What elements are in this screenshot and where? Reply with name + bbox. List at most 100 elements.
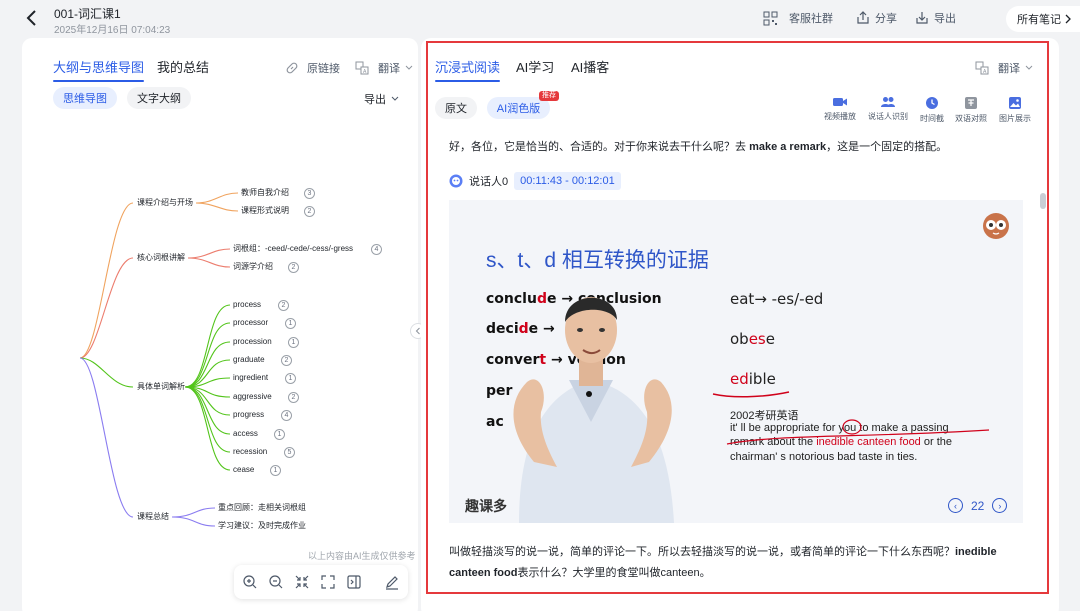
count-badge: 3 [304,188,315,199]
tool-label: 时间截 [920,114,944,123]
export-label: 导出 [934,13,956,25]
mindmap-leaf[interactable]: cease [233,465,254,475]
mindmap-branch-1[interactable]: 课程介绍与开场 [137,198,193,208]
tool-bilingual[interactable]: 双语对照 [955,96,987,124]
community-button[interactable]: 客服社群 [763,10,833,26]
count-badge: 1 [288,337,299,348]
mindmap-leaf[interactable]: recession [233,447,267,457]
pill-original-text[interactable]: 原文 [435,97,477,119]
count-badge: 2 [288,262,299,273]
mindmap-leaf[interactable]: 词源学介绍 [233,262,273,272]
text-span: 好，各位，它是恰当的、合适的。对于你来说去干什么呢？去 [449,141,750,153]
original-link-button[interactable]: 原链接 [285,60,340,76]
right-translate-label: 翻译 [998,63,1020,75]
tab-my-summary[interactable]: 我的总结 [157,57,209,76]
tab-outline-mindmap[interactable]: 大纲与思维导图 [53,57,145,82]
mindmap-branch-3[interactable]: 具体单词解析 [137,382,185,392]
count-badge: 2 [278,300,289,311]
speaker-name: 说话人0 [469,176,509,188]
back-arrow-icon[interactable] [22,8,42,28]
transcript-paragraph: 好，各位，它是恰当的、合适的。对于你来说去干什么呢？去 make a remar… [449,137,1029,158]
video-camera-icon [833,98,847,106]
tool-label: 说话人识别 [868,112,908,121]
export-button[interactable]: 导出 [915,10,956,26]
export-icon [916,12,928,24]
speaker-row: 说话人0 00:11:43 - 00:12:01 [449,172,621,190]
next-slide-icon[interactable]: › [992,498,1008,513]
tool-timestamp[interactable]: 时间截 [920,96,944,124]
tool-video-play[interactable]: 视频播放 [824,96,856,122]
mindmap-leaf[interactable]: 教师自我介绍 [241,188,289,198]
count-badge: 1 [285,373,296,384]
page-title: 001-词汇课1 [54,7,121,21]
right-translate-button[interactable]: A 翻译 [975,60,1033,76]
mindmap-leaf[interactable]: 课程形式说明 [241,206,289,216]
tool-speaker-id[interactable]: 说话人识别 [868,96,908,122]
translate-icon: A [975,61,989,75]
mindmap-leaf[interactable]: graduate [233,355,265,365]
count-badge: 2 [281,355,292,366]
page-date: 2025年12月16日 07:04:23 [54,25,171,36]
share-label: 分享 [875,13,897,25]
tool-label: 视频播放 [824,112,856,121]
original-link-label: 原链接 [307,63,340,75]
scrollbar-thumb[interactable] [1040,193,1046,209]
count-badge: 5 [284,447,295,458]
bilingual-icon [965,97,977,109]
left-export-button[interactable]: 导出 [364,91,399,107]
mindmap-leaf[interactable]: ingredient [233,373,268,383]
link-icon [286,62,298,74]
mindmap-branch-4[interactable]: 课程总结 [137,512,169,522]
fit-screen-icon[interactable] [320,574,336,590]
recommend-badge: 推荐 [539,91,559,101]
mindmap-leaf[interactable]: 词根组：-ceed/-cede/-cess/-gress [233,244,353,254]
tab-ai-learning[interactable]: AI学习 [516,57,554,76]
ai-disclaimer: 以上内容由AI生成仅供参考 [308,551,416,561]
zoom-in-icon[interactable] [242,574,258,590]
clock-icon [926,97,938,109]
speaker-avatar-icon [449,174,463,188]
community-label: 客服社群 [789,13,833,25]
mascot-logo-icon [983,213,1009,239]
count-badge: 2 [304,206,315,217]
mindmap-leaf[interactable]: progress [233,410,264,420]
red-underline-mark [712,391,790,398]
share-button[interactable]: 分享 [856,10,897,26]
mindmap-leaf[interactable]: 重点回顾：走相关词根组 [218,503,306,513]
pen-edit-icon[interactable] [384,574,400,590]
count-badge: 1 [270,465,281,476]
left-translate-button[interactable]: A 翻译 [355,60,413,76]
exam-sentence-3: chairman' s notorious bad taste in ties. [730,451,918,463]
all-notes-button[interactable]: 所有笔记 [1006,6,1080,32]
zoom-out-icon[interactable] [268,574,284,590]
mindmap-leaf[interactable]: access [233,429,258,439]
slide-pager: ‹ 22 › [948,498,1008,513]
mindmap-leaf[interactable]: process [233,300,261,310]
count-badge: 2 [288,392,299,403]
mindmap-leaf[interactable]: procession [233,337,272,347]
tab-immersive-reading[interactable]: 沉浸式阅读 [435,57,501,82]
tab-ai-podcast[interactable]: AI播客 [571,57,609,76]
video-frame[interactable]: s、t、d 相互转换的证据 conclude → conclusion deci… [449,200,1023,523]
pill-mindmap[interactable]: 思维导图 [53,87,117,109]
key-phrase: make a remark [749,141,827,153]
text-span: ，这是一个固定的搭配。 [826,141,948,153]
mindmap-leaf[interactable]: aggressive [233,392,272,402]
chevron-down-icon [391,96,399,101]
sidebar-toggle-icon[interactable] [346,574,362,590]
mindmap-branch-2[interactable]: 核心词根讲解 [137,253,185,263]
mindmap-leaf[interactable]: processor [233,318,268,328]
tool-image-display[interactable]: 图片展示 [999,96,1031,124]
timestamp-chip[interactable]: 00:11:43 - 00:12:01 [514,172,621,190]
mindmap-toolbar [234,565,408,599]
prev-slide-icon[interactable]: ‹ [948,498,963,513]
slide-page-number: 22 [971,498,985,513]
annotation-marks [726,419,990,445]
users-icon [881,97,895,107]
count-badge: 4 [371,244,382,255]
collapse-all-icon[interactable] [294,574,310,590]
chevron-right-icon [1065,14,1071,24]
pill-text-outline[interactable]: 文字大纲 [127,87,191,109]
count-badge: 1 [274,429,285,440]
mindmap-leaf[interactable]: 学习建议：及时完成作业 [218,521,306,531]
